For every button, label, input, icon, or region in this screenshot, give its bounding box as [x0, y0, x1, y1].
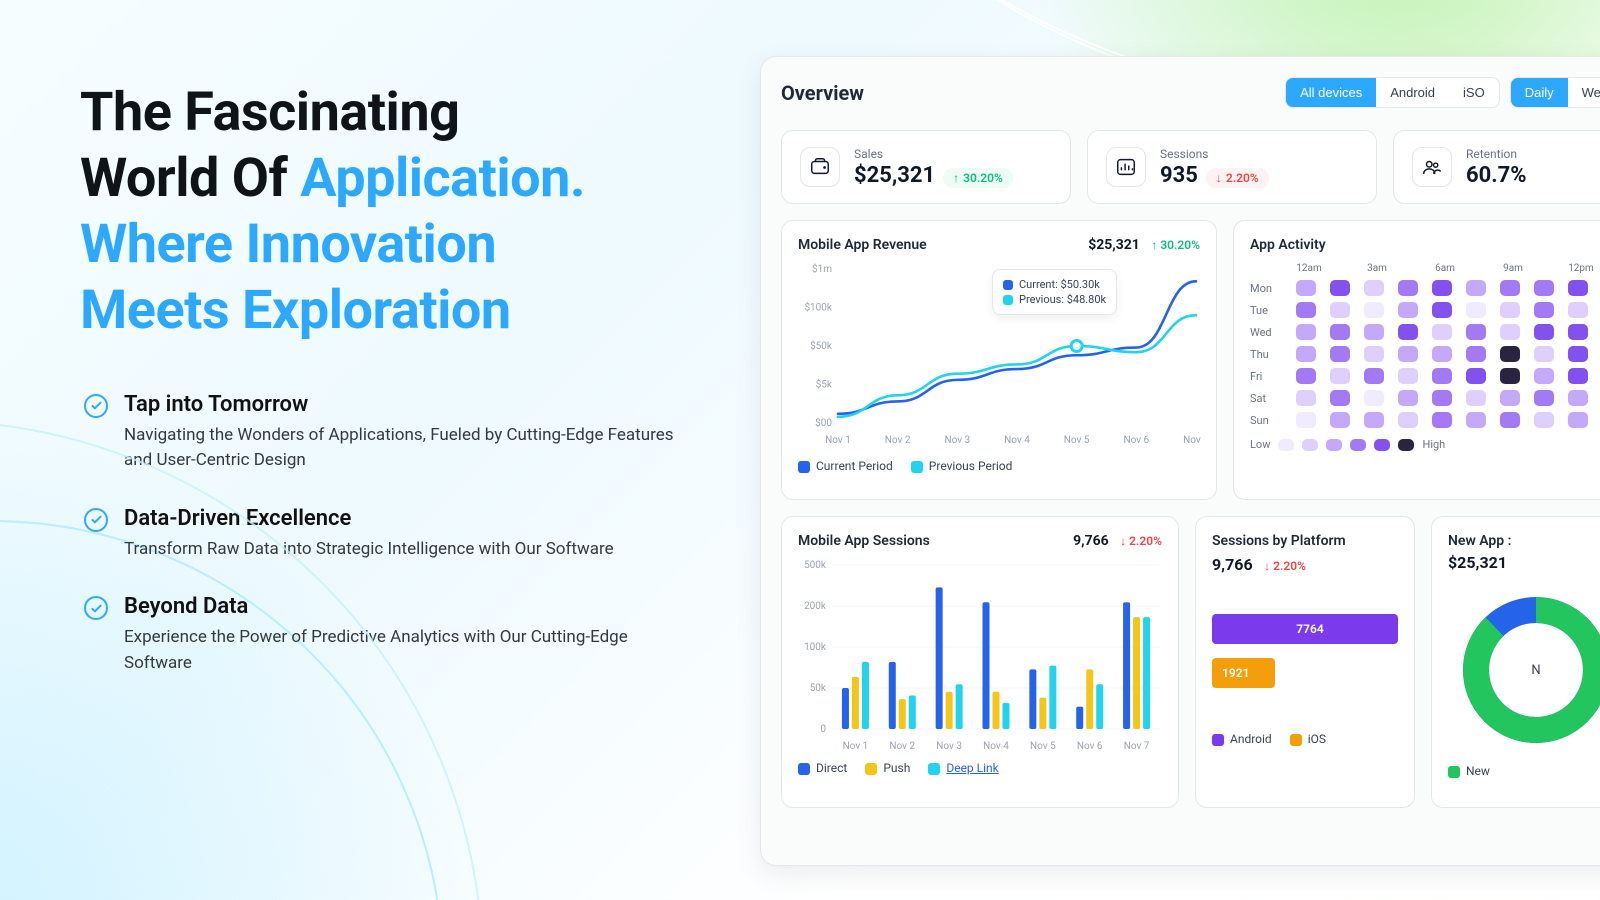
feature-sub: Experience the Power of Predictive Analy… — [124, 625, 684, 676]
heatmap-grid: 12am3am6am9am12pmMonTueWedThuFriSatSun — [1250, 263, 1600, 428]
svg-text:Nov 4: Nov 4 — [1004, 435, 1030, 446]
svg-text:Nov 6: Nov 6 — [1123, 435, 1149, 446]
seg-all-devices[interactable]: All devices — [1286, 78, 1376, 107]
chart-icon — [1106, 147, 1146, 187]
panel-metric: 9,766 ↓ 2.20% — [1073, 533, 1162, 549]
stat-sales: Sales $25,321 ↑ 30.20% — [781, 130, 1071, 204]
svg-text:Nov 1: Nov 1 — [825, 435, 851, 446]
chart-legend: Current Period Previous Period — [798, 459, 1200, 473]
panel-metric: 9,766 ↓ 2.20% — [1212, 558, 1306, 574]
svg-text:Nov 7: Nov 7 — [1183, 435, 1202, 446]
svg-text:$00: $00 — [815, 416, 832, 429]
panel-metric: $25,321 ↑ 30.20% — [1088, 237, 1200, 253]
stat-label: Sessions — [1160, 147, 1269, 161]
check-icon — [84, 596, 108, 620]
sessions-bar-chart: Mobile App Sessions 9,766 ↓ 2.20% 500k 2… — [781, 516, 1179, 808]
hero-line4: Meets Exploration — [80, 279, 511, 342]
stat-retention: Retention 60.7% — [1393, 130, 1600, 204]
feature-sub: Transform Raw Data into Strategic Intell… — [124, 537, 614, 563]
chart-tooltip: Current: $50.30k Previous: $48.80k — [992, 269, 1117, 315]
hero-line2a: World Of — [80, 147, 300, 210]
hero-headline: The Fascinating World Of Application. Wh… — [80, 80, 700, 344]
feature-item: Tap into Tomorrow Navigating the Wonders… — [84, 392, 700, 474]
svg-text:Nov 3: Nov 3 — [936, 741, 962, 752]
period-segmented-control: Daily Weekly — [1510, 77, 1600, 108]
bar-chart-svg: 500k 200k 100k 50k 0 Nov 1 Nov 2 Nov 3 Nov … — [798, 555, 1164, 755]
ios-bar: 1921 — [1212, 658, 1275, 688]
seg-iso[interactable]: iSO — [1449, 78, 1499, 107]
heatmap-legend: Low High — [1250, 438, 1600, 451]
panel-title: Mobile App Sessions — [798, 533, 930, 549]
svg-text:Nov 5: Nov 5 — [1064, 435, 1090, 446]
svg-text:Nov 6: Nov 6 — [1077, 741, 1103, 752]
wallet-icon — [800, 147, 840, 187]
chart-legend: Direct Push Deep Link — [798, 761, 1162, 775]
hero-line1: The Fascinating — [80, 81, 459, 144]
svg-text:50k: 50k — [810, 683, 827, 694]
hero-line3: Where Innovation — [80, 213, 496, 276]
chart-legend: Android iOS — [1212, 732, 1398, 746]
svg-text:Nov 5: Nov 5 — [1030, 741, 1056, 752]
platform-panel: Sessions by Platform 9,766 ↓ 2.20% 7764 … — [1195, 516, 1415, 808]
svg-text:$50k: $50k — [810, 339, 833, 352]
svg-text:$5k: $5k — [816, 378, 833, 391]
svg-text:Nov 4: Nov 4 — [983, 741, 1009, 752]
feature-sub: Navigating the Wonders of Applications, … — [124, 423, 684, 474]
seg-weekly[interactable]: Weekly — [1568, 78, 1600, 107]
panel-title: New App : — [1448, 533, 1600, 549]
android-bar: 7764 — [1212, 614, 1398, 644]
check-icon — [84, 508, 108, 532]
feature-item: Beyond Data Experience the Power of Pred… — [84, 594, 700, 676]
feature-title: Data-Driven Excellence — [124, 506, 614, 531]
svg-text:200k: 200k — [804, 601, 827, 612]
stat-value: $25,321 — [854, 163, 935, 188]
feature-title: Tap into Tomorrow — [124, 392, 684, 417]
svg-text:Nov 2: Nov 2 — [889, 741, 915, 752]
stat-label: Sales — [854, 147, 1013, 161]
device-segmented-control: All devices Android iSO — [1285, 77, 1500, 108]
stat-sessions: Sessions 935 ↓ 2.20% — [1087, 130, 1377, 204]
dashboard-preview: Overview All devices Android iSO Daily W… — [760, 56, 1600, 866]
chart-legend: New — [1448, 764, 1600, 778]
svg-text:Nov 3: Nov 3 — [944, 435, 970, 446]
dashboard-title: Overview — [781, 81, 864, 105]
deep-link[interactable]: Deep Link — [946, 761, 998, 775]
svg-text:100k: 100k — [804, 642, 827, 653]
donut-center-label: N — [1456, 590, 1600, 750]
stat-delta: ↑ 30.20% — [943, 168, 1013, 188]
new-app-donut: New App : $25,321 N New — [1431, 516, 1600, 808]
panel-delta: ↑ 30.20% — [1151, 238, 1200, 252]
stat-value: 60.7% — [1466, 163, 1527, 188]
activity-heatmap: App Activity 12am3am6am9am12pmMonTueWedT… — [1233, 220, 1600, 500]
svg-text:$100k: $100k — [804, 301, 832, 314]
svg-text:$1m: $1m — [812, 262, 832, 275]
hero-line2b: Application. — [300, 147, 585, 210]
panel-title: Sessions by Platform — [1212, 533, 1398, 549]
stat-value: 935 — [1160, 163, 1198, 188]
panel-metric: $25,321 — [1448, 553, 1507, 572]
donut-chart: N — [1456, 590, 1600, 750]
feature-list: Tap into Tomorrow Navigating the Wonders… — [80, 392, 700, 677]
check-icon — [84, 394, 108, 418]
feature-item: Data-Driven Excellence Transform Raw Dat… — [84, 506, 700, 563]
stat-delta: ↓ 2.20% — [1206, 168, 1269, 188]
svg-text:500k: 500k — [804, 560, 827, 571]
panel-title: Mobile App Revenue — [798, 237, 927, 253]
seg-daily[interactable]: Daily — [1511, 78, 1568, 107]
seg-android[interactable]: Android — [1376, 78, 1449, 107]
svg-text:Nov 7: Nov 7 — [1124, 741, 1150, 752]
svg-text:0: 0 — [820, 724, 826, 735]
stat-label: Retention — [1466, 147, 1527, 161]
users-icon — [1412, 147, 1452, 187]
revenue-chart: Mobile App Revenue $25,321 ↑ 30.20% $1m $… — [781, 220, 1217, 500]
panel-title: App Activity — [1250, 237, 1600, 253]
svg-text:Nov 2: Nov 2 — [885, 435, 911, 446]
feature-title: Beyond Data — [124, 594, 684, 619]
svg-text:Nov 1: Nov 1 — [843, 741, 869, 752]
